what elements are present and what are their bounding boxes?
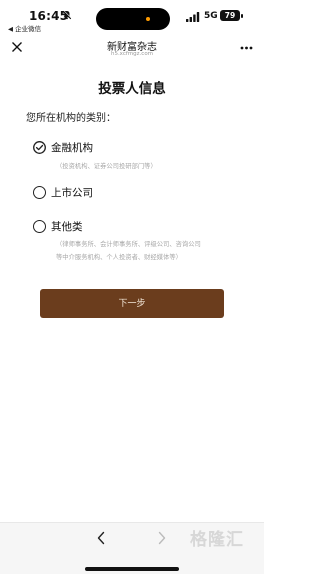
next-step-button[interactable]: 下一步 xyxy=(40,289,224,318)
battery-tip xyxy=(241,13,243,18)
nav-domain: h5.xcfmgz.com xyxy=(110,51,154,57)
back-to-app-link[interactable]: ◀ 企业微信 xyxy=(8,23,41,33)
option-label: 上市公司 xyxy=(51,187,93,199)
check-icon xyxy=(33,141,46,154)
watermark: 格隆汇 xyxy=(190,530,244,550)
radio-unchecked xyxy=(33,186,46,199)
network-label: 5G xyxy=(204,11,218,21)
forward-arrow-icon[interactable] xyxy=(157,531,167,545)
option-label: 其他类 xyxy=(51,221,83,233)
camera-indicator-dot xyxy=(146,17,150,21)
question-label: 您所在机构的类别： xyxy=(26,113,116,124)
bell-slash-icon xyxy=(62,10,72,20)
page: 16:45 ◀ 企业微信 5G 79 新财富杂志 h5.xcfmgz.com 投… xyxy=(0,0,264,574)
more-icon[interactable] xyxy=(240,46,253,50)
status-bar: 16:45 ◀ 企业微信 5G 79 xyxy=(0,0,264,36)
option-description-line-1: （律师事务所、会计师事务所、评级公司、咨询公司 xyxy=(56,241,201,248)
radio-unchecked xyxy=(33,220,46,233)
battery-indicator: 79 xyxy=(220,10,240,21)
back-arrow-icon[interactable] xyxy=(96,531,106,545)
browser-bottom-bar: 格隆汇 xyxy=(0,522,264,574)
signal-icon xyxy=(186,12,200,22)
home-indicator[interactable] xyxy=(85,567,179,571)
option-description: （投资机构、证券公司投研部门等） xyxy=(56,163,157,170)
option-description-line-2: 等中介服务机构、个人投资者、财经媒体等） xyxy=(56,254,182,261)
option-label: 金融机构 xyxy=(51,142,93,154)
page-title: 投票人信息 xyxy=(98,81,166,97)
nav-bar: 新财富杂志 h5.xcfmgz.com xyxy=(0,34,264,60)
dynamic-island xyxy=(96,8,170,30)
